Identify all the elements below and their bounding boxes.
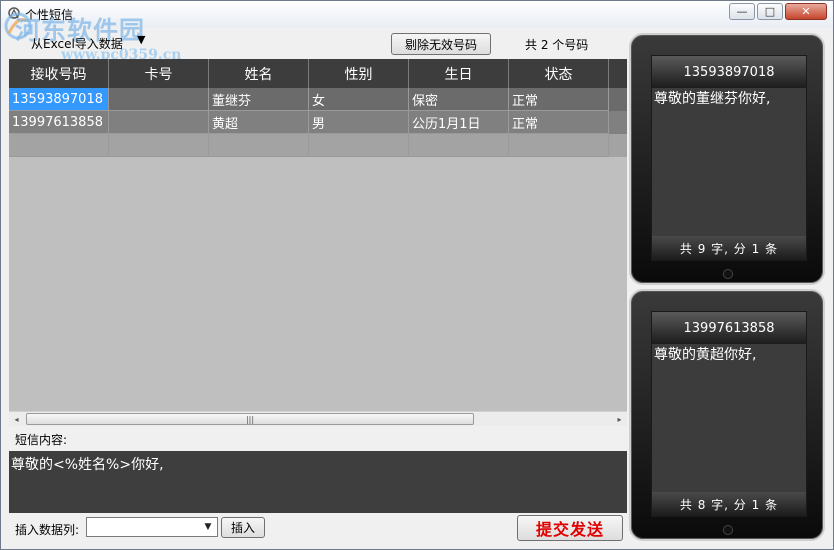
insert-button[interactable]: 插入 <box>221 517 265 538</box>
cell-birthday[interactable]: 保密 <box>409 88 509 111</box>
cell-gender[interactable] <box>309 134 409 157</box>
cell-gender[interactable]: 女 <box>309 88 409 111</box>
close-button[interactable]: ✕ <box>785 3 827 20</box>
horizontal-scrollbar[interactable]: ◂ ||| ▸ <box>9 411 627 426</box>
number-count-label: 共 2 个号码 <box>525 38 589 52</box>
column-header-phone[interactable]: 接收号码 <box>9 59 109 88</box>
chevron-down-icon[interactable]: ▼ <box>137 33 145 46</box>
import-excel-menu[interactable]: 从Excel导入数据 <box>31 35 123 52</box>
preview-footer: 共 9 字, 分 1 条 <box>652 236 806 260</box>
scroll-thumb[interactable]: ||| <box>26 413 474 425</box>
column-header-gender[interactable]: 性别 <box>309 59 409 88</box>
phone-preview: 13593897018 尊敬的董继芬你好, 共 9 字, 分 1 条 <box>629 33 825 285</box>
remove-invalid-button[interactable]: 剔除无效号码 <box>391 33 491 55</box>
cell-status[interactable]: 正常 <box>509 111 609 134</box>
minimize-button[interactable]: — <box>729 3 755 20</box>
cell-phone[interactable]: 13593897018 <box>9 88 109 111</box>
cell-gender[interactable]: 男 <box>309 111 409 134</box>
cell-birthday[interactable] <box>409 134 509 157</box>
home-button-icon <box>723 269 733 279</box>
column-header-status[interactable]: 状态 <box>509 59 609 88</box>
column-select[interactable]: ▼ <box>86 517 218 537</box>
main-window: 个性短信 — □ ✕ 河东软件园 www.pc0359.cn 从Excel导入数… <box>0 0 834 550</box>
cell-status[interactable] <box>509 134 609 157</box>
preview-text: 尊敬的董继芬你好, <box>654 91 771 107</box>
cell-status[interactable]: 正常 <box>509 88 609 111</box>
cell-phone[interactable] <box>9 134 109 157</box>
cell-card[interactable] <box>109 134 209 157</box>
message-textarea[interactable]: 尊敬的<%姓名%>你好, <box>9 451 627 513</box>
maximize-button[interactable]: □ <box>757 3 783 20</box>
toolbar: 从Excel导入数据 ▼ 剔除无效号码 共 2 个号码 <box>9 31 627 57</box>
cell-phone[interactable]: 13997613858 <box>9 111 109 134</box>
column-header-birthday[interactable]: 生日 <box>409 59 509 88</box>
column-header-card[interactable]: 卡号 <box>109 59 209 88</box>
grid-header: 接收号码 卡号 姓名 性别 生日 状态 <box>9 59 627 88</box>
preview-text: 尊敬的黄超你好, <box>654 347 757 363</box>
cell-card[interactable] <box>109 111 209 134</box>
chevron-down-icon[interactable]: ▼ <box>201 520 215 534</box>
cell-name[interactable]: 董继芬 <box>209 88 309 111</box>
preview-number: 13997613858 <box>652 312 806 344</box>
cell-card[interactable] <box>109 88 209 111</box>
preview-footer: 共 8 字, 分 1 条 <box>652 492 806 516</box>
recipient-grid[interactable]: 接收号码 卡号 姓名 性别 生日 状态 13593897018 董继芬 女 保密… <box>9 59 627 411</box>
table-row[interactable]: 13997613858 黄超 男 公历1月1日 正常 <box>9 111 627 134</box>
insert-column-label: 插入数据列: <box>15 523 80 537</box>
scroll-right-icon[interactable]: ▸ <box>612 413 627 426</box>
phone-screen: 13997613858 尊敬的黄超你好, 共 8 字, 分 1 条 <box>651 311 807 517</box>
window-controls: — □ ✕ <box>729 3 827 20</box>
preview-number: 13593897018 <box>652 56 806 88</box>
scroll-left-icon[interactable]: ◂ <box>9 413 24 426</box>
cell-name[interactable]: 黄超 <box>209 111 309 134</box>
cell-name[interactable] <box>209 134 309 157</box>
submit-send-button[interactable]: 提交发送 <box>517 515 623 541</box>
table-row-empty[interactable] <box>9 134 627 157</box>
phone-screen: 13593897018 尊敬的董继芬你好, 共 9 字, 分 1 条 <box>651 55 807 261</box>
column-header-name[interactable]: 姓名 <box>209 59 309 88</box>
home-button-icon <box>723 525 733 535</box>
cell-birthday[interactable]: 公历1月1日 <box>409 111 509 134</box>
phone-preview: 13997613858 尊敬的黄超你好, 共 8 字, 分 1 条 <box>629 289 825 541</box>
table-row[interactable]: 13593897018 董继芬 女 保密 正常 <box>9 88 627 111</box>
message-label: 短信内容: <box>15 433 68 447</box>
